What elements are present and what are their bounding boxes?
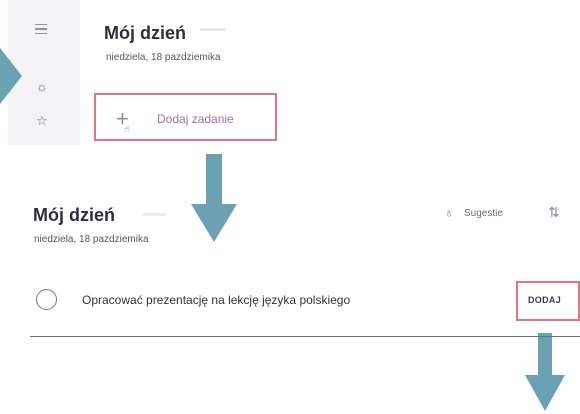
add-button-label[interactable]: DODAJ [528,295,561,305]
title-options-placeholder [200,28,226,31]
pointer-arrow-left [0,48,22,104]
add-task-label[interactable]: Dodaj zadanie [157,112,234,126]
title-options-placeholder-expanded [142,213,166,216]
down-arrow-shaft [206,154,222,206]
hand-cursor-icon: ☝ [124,124,130,134]
page-title: Mój dzień [104,23,186,43]
down-arrow-icon [191,204,237,242]
new-task-input[interactable] [82,291,412,309]
task-input-underline [30,336,580,337]
suggestions-button[interactable]: Sugestie [464,208,503,219]
sun-icon[interactable]: ☼ [36,80,48,93]
page-date-expanded: niedziela, 18 pazdziemika [34,234,149,245]
task-complete-checkbox[interactable] [36,289,57,310]
page-date: niedziela, 18 pazdziemika [106,52,221,63]
star-icon[interactable]: ☆ [36,114,48,127]
lightbulb-icon[interactable]: ♁ [444,204,455,220]
page-title-expanded: Mój dzień [33,205,115,225]
down-arrow-shaft-right [538,333,552,377]
menu-icon[interactable] [35,24,47,37]
down-arrow-icon-right [525,375,565,411]
sort-icon[interactable]: ⇅ [548,204,560,221]
